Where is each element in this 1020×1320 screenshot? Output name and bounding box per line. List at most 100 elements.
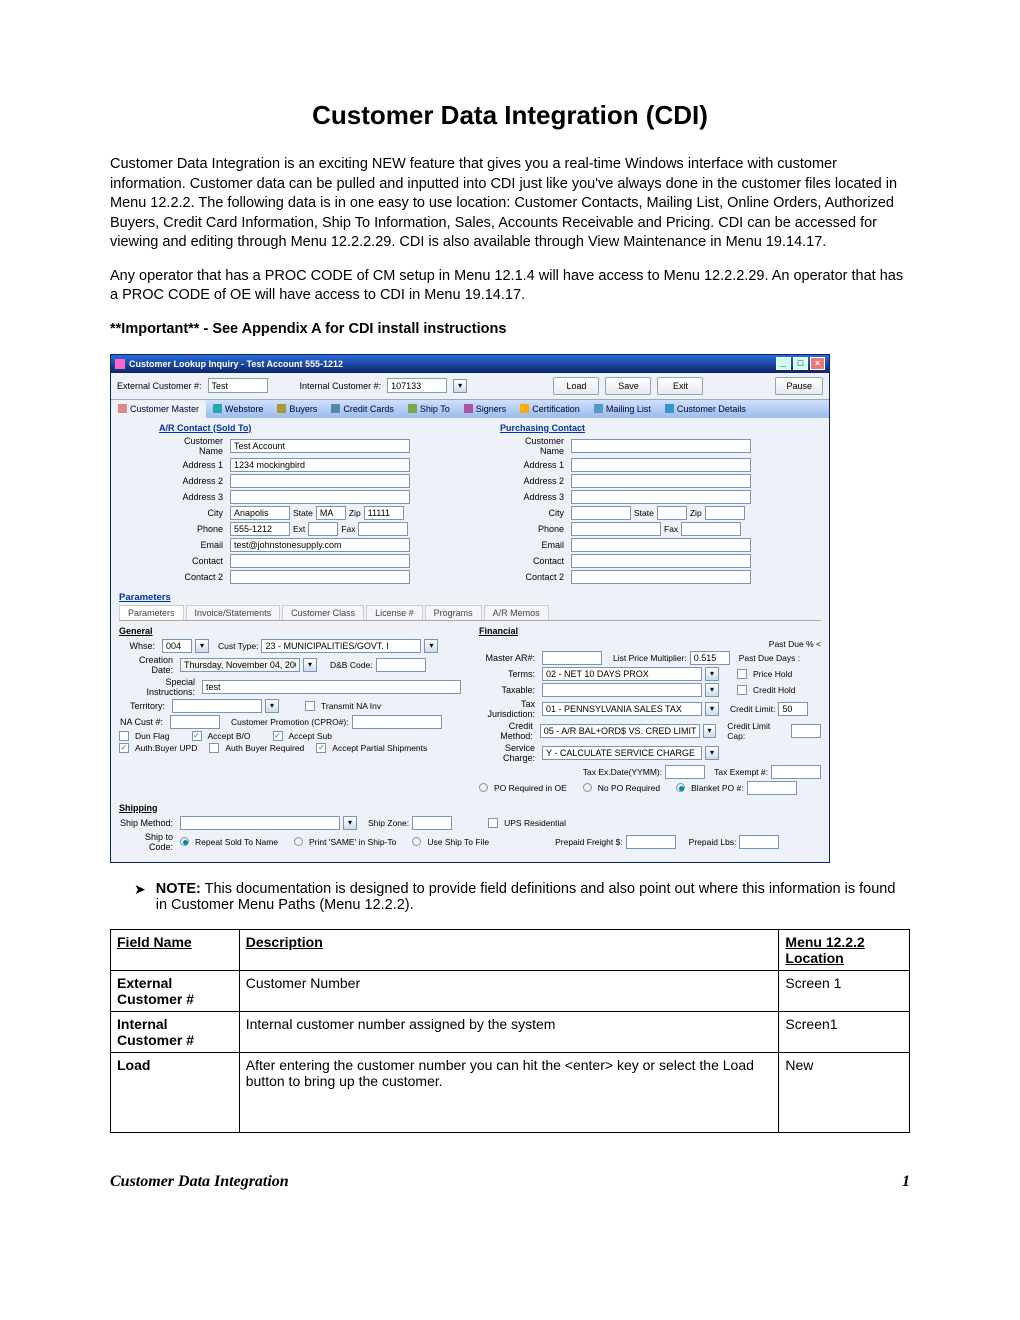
soldto-name-input[interactable] (230, 439, 410, 453)
tab-signers[interactable]: Signers (457, 400, 514, 418)
soldto-zip-input[interactable] (364, 506, 404, 520)
subtab-invoice[interactable]: Invoice/Statements (186, 605, 281, 620)
purch-contact2-input[interactable] (571, 570, 751, 584)
terms-dropdown[interactable]: ▾ (705, 667, 719, 681)
ups-res-checkbox[interactable] (488, 818, 498, 828)
details-icon (665, 404, 674, 413)
po-required-radio[interactable] (479, 783, 488, 792)
blanket-po-radio[interactable] (676, 783, 685, 792)
soldto-contact-input[interactable] (230, 554, 410, 568)
soldto-city-input[interactable] (230, 506, 290, 520)
partial-checkbox[interactable] (316, 743, 326, 753)
custtype-input[interactable] (261, 639, 421, 653)
soldto-addr1-input[interactable] (230, 458, 410, 472)
prepaid-lbs-input[interactable] (739, 835, 779, 849)
pause-button[interactable]: Pause (775, 377, 823, 395)
dunflag-checkbox[interactable] (119, 731, 129, 741)
territory-dropdown[interactable]: ▾ (265, 699, 279, 713)
subtab-programs[interactable]: Programs (425, 605, 482, 620)
nacust-input[interactable] (170, 715, 220, 729)
purch-addr1-input[interactable] (571, 458, 751, 472)
shipmethod-dropdown[interactable]: ▾ (343, 816, 357, 830)
dnb-input[interactable] (376, 658, 426, 672)
purch-state-input[interactable] (657, 506, 687, 520)
svccharge-dropdown[interactable]: ▾ (705, 746, 719, 760)
tab-customer-master[interactable]: Customer Master (111, 400, 206, 418)
save-button[interactable]: Save (605, 377, 651, 395)
terms-input[interactable] (542, 667, 702, 681)
tab-buyers[interactable]: Buyers (270, 400, 324, 418)
taxable-input[interactable] (542, 683, 702, 697)
soldto-addr3-input[interactable] (230, 490, 410, 504)
taxjur-input[interactable] (542, 702, 702, 716)
repeat-soldto-radio[interactable] (180, 837, 189, 846)
purch-zip-input[interactable] (705, 506, 745, 520)
purch-addr3-input[interactable] (571, 490, 751, 504)
transmit-na-checkbox[interactable] (305, 701, 315, 711)
cpro-input[interactable] (352, 715, 442, 729)
close-button[interactable]: × (810, 357, 825, 370)
purch-email-input[interactable] (571, 538, 751, 552)
ext-cust-input[interactable] (208, 378, 268, 393)
tab-mailing-list[interactable]: Mailing List (587, 400, 658, 418)
lpm-input[interactable] (690, 651, 730, 665)
credithold-checkbox[interactable] (737, 685, 747, 695)
tab-webstore[interactable]: Webstore (206, 400, 270, 418)
soldto-contact2-input[interactable] (230, 570, 410, 584)
subtab-armemos[interactable]: A/R Memos (484, 605, 549, 620)
credmeth-dropdown[interactable]: ▾ (703, 724, 717, 738)
whse-dropdown[interactable]: ▾ (195, 639, 209, 653)
custtype-dropdown[interactable]: ▾ (424, 639, 438, 653)
no-po-radio[interactable] (583, 783, 592, 792)
purch-fax-input[interactable] (681, 522, 741, 536)
soldto-addr2-input[interactable] (230, 474, 410, 488)
soldto-state-input[interactable] (316, 506, 346, 520)
blanket-po-input[interactable] (747, 781, 797, 795)
purch-name-input[interactable] (571, 439, 751, 453)
purch-addr2-input[interactable] (571, 474, 751, 488)
creditcap-input[interactable] (791, 724, 821, 738)
subtab-class[interactable]: Customer Class (282, 605, 364, 620)
subtab-license[interactable]: License # (366, 605, 423, 620)
load-button[interactable]: Load (553, 377, 599, 395)
credmeth-input[interactable] (540, 724, 700, 738)
soldto-ext-input[interactable] (308, 522, 338, 536)
authupd-checkbox[interactable] (119, 743, 129, 753)
tab-certification[interactable]: Certification (513, 400, 587, 418)
soldto-phone-input[interactable] (230, 522, 290, 536)
subtab-parameters[interactable]: Parameters (119, 605, 184, 620)
purch-city-input[interactable] (571, 506, 631, 520)
svccharge-input[interactable] (542, 746, 702, 760)
int-cust-dropdown[interactable]: ▾ (453, 379, 467, 393)
special-instr-input[interactable] (202, 680, 461, 694)
soldto-fax-input[interactable] (358, 522, 408, 536)
purch-phone-input[interactable] (571, 522, 661, 536)
acceptsub-checkbox[interactable] (273, 731, 283, 741)
pricehold-checkbox[interactable] (737, 669, 747, 679)
creditlimit-input[interactable] (778, 702, 808, 716)
use-shipto-file-radio[interactable] (412, 837, 421, 846)
territory-input[interactable] (172, 699, 262, 713)
tab-ship-to[interactable]: Ship To (401, 400, 457, 418)
purch-contact-input[interactable] (571, 554, 751, 568)
star-icon (520, 404, 529, 413)
tab-customer-details[interactable]: Customer Details (658, 400, 753, 418)
taxexnum-input[interactable] (771, 765, 821, 779)
shipzone-input[interactable] (412, 816, 452, 830)
maximize-button[interactable]: □ (793, 357, 808, 370)
print-same-radio[interactable] (294, 837, 303, 846)
shipmethod-input[interactable] (180, 816, 340, 830)
master-ar-input[interactable] (542, 651, 602, 665)
acceptbo-checkbox[interactable] (192, 731, 202, 741)
taxjur-dropdown[interactable]: ▾ (705, 702, 719, 716)
authreq-checkbox[interactable] (209, 743, 219, 753)
creation-dropdown[interactable]: ▾ (303, 658, 317, 672)
soldto-email-input[interactable] (230, 538, 410, 552)
taxexdate-input[interactable] (665, 765, 705, 779)
taxable-dropdown[interactable]: ▾ (705, 683, 719, 697)
whse-input[interactable] (162, 639, 192, 653)
tab-credit-cards[interactable]: Credit Cards (324, 400, 401, 418)
minimize-button[interactable]: _ (776, 357, 791, 370)
exit-button[interactable]: Exit (657, 377, 703, 395)
prepaid-freight-input[interactable] (626, 835, 676, 849)
